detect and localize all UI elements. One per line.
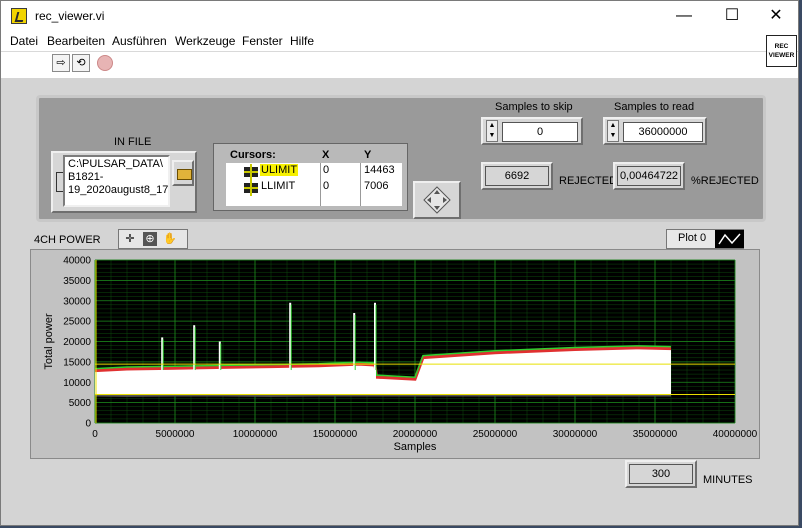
file-path-line-2: B1821- bbox=[68, 171, 104, 183]
cursor-mover-button[interactable] bbox=[413, 181, 461, 219]
samples-to-skip-label: Samples to skip bbox=[495, 101, 573, 113]
menu-hilfe[interactable]: Hilfe bbox=[290, 34, 314, 48]
browse-folder-button[interactable] bbox=[172, 160, 194, 186]
cursor-x-header: X bbox=[322, 149, 330, 161]
minutes-value: 300 bbox=[629, 464, 693, 484]
menu-ausfuehren[interactable]: Ausführen bbox=[112, 34, 167, 48]
menu-werkzeuge[interactable]: Werkzeuge bbox=[175, 34, 235, 48]
vi-icon-line2: VIEWER bbox=[768, 52, 795, 59]
path-tree-icon bbox=[56, 172, 63, 192]
menu-fenster[interactable]: Fenster bbox=[242, 34, 283, 48]
file-path-field[interactable]: C:\PULSAR_DATA\ B1821- 19_2020august8_17… bbox=[63, 155, 170, 207]
line-style-icon bbox=[718, 233, 741, 245]
graph-container bbox=[30, 249, 760, 459]
cursor-ulimit-y: 14463 bbox=[364, 164, 395, 176]
samples-to-skip-input[interactable]: 0 bbox=[502, 122, 578, 142]
cursor-rows: ULIMIT 0 14463 LLIMIT 0 7006 bbox=[226, 163, 402, 206]
rejected-label: REJECTED bbox=[559, 175, 618, 187]
abort-execution-icon[interactable] bbox=[97, 55, 113, 71]
menu-bearbeiten[interactable]: Bearbeiten bbox=[47, 34, 105, 48]
zoom-icon[interactable]: ⊕ bbox=[143, 232, 157, 246]
cursor-ulimit-x: 0 bbox=[323, 164, 330, 176]
minutes-label: MINUTES bbox=[703, 474, 753, 486]
pct-rejected-label: %REJECTED bbox=[691, 175, 759, 187]
rejected-value: 6692 bbox=[485, 166, 549, 186]
file-path-line-3: 19_2020august8_174 bbox=[68, 184, 170, 196]
cursor-move-icon[interactable]: ✛ bbox=[123, 232, 137, 246]
graph-label: 4CH POWER bbox=[34, 234, 101, 246]
graph-palette: ✛ ⊕ ✋ bbox=[118, 229, 188, 249]
title-bar: rec_viewer.vi — ☐ ✕ bbox=[1, 1, 798, 31]
samples-to-skip-spinner[interactable]: ▲ ▼ bbox=[486, 120, 498, 142]
cursor-ulimit-icon[interactable] bbox=[244, 164, 258, 180]
menu-bar: Datei Bearbeiten Ausführen Werkzeuge Fen… bbox=[1, 31, 798, 51]
samples-to-read-input[interactable]: 36000000 bbox=[623, 122, 703, 142]
cursors-header: Cursors: bbox=[230, 149, 276, 161]
close-button[interactable]: ✕ bbox=[753, 1, 799, 31]
cursor-ulimit-name[interactable]: ULIMIT bbox=[260, 164, 299, 176]
vi-icon: REC VIEWER bbox=[766, 35, 797, 67]
pct-rejected-value: 0,00464722 bbox=[617, 166, 681, 186]
maximize-button[interactable]: ☐ bbox=[709, 1, 755, 31]
samples-to-read-label: Samples to read bbox=[614, 101, 695, 113]
cursor-y-header: Y bbox=[364, 149, 372, 161]
pan-hand-icon[interactable]: ✋ bbox=[163, 232, 177, 246]
vi-icon-line1: REC bbox=[774, 43, 789, 50]
file-path-line-1: C:\PULSAR_DATA\ bbox=[68, 158, 163, 170]
cursor-llimit-y: 7006 bbox=[364, 180, 389, 192]
minimize-button[interactable]: — bbox=[661, 1, 707, 31]
cursor-llimit-name[interactable]: LLIMIT bbox=[261, 180, 295, 192]
cursor-legend[interactable]: Cursors: X Y ULIMIT 0 14463 LLIMIT 0 700… bbox=[213, 143, 408, 211]
labview-app-icon bbox=[11, 8, 27, 24]
samples-to-read-spinner[interactable]: ▲ ▼ bbox=[607, 120, 619, 142]
cursor-llimit-x: 0 bbox=[323, 180, 330, 192]
run-arrow-icon[interactable]: ⇨ bbox=[52, 54, 70, 72]
plot-legend-swatch[interactable] bbox=[715, 230, 744, 248]
cursor-llimit-icon[interactable] bbox=[244, 180, 258, 196]
plot-legend-name: Plot 0 bbox=[678, 232, 707, 244]
toolbar: ⇨ ⟲ bbox=[1, 51, 798, 78]
folder-icon bbox=[177, 169, 192, 180]
in-file-label: IN FILE bbox=[114, 136, 152, 148]
run-continuously-icon[interactable]: ⟲ bbox=[72, 54, 90, 72]
menu-datei[interactable]: Datei bbox=[10, 34, 38, 48]
window-title: rec_viewer.vi bbox=[35, 9, 105, 23]
diamond-arrows-icon bbox=[423, 186, 451, 214]
